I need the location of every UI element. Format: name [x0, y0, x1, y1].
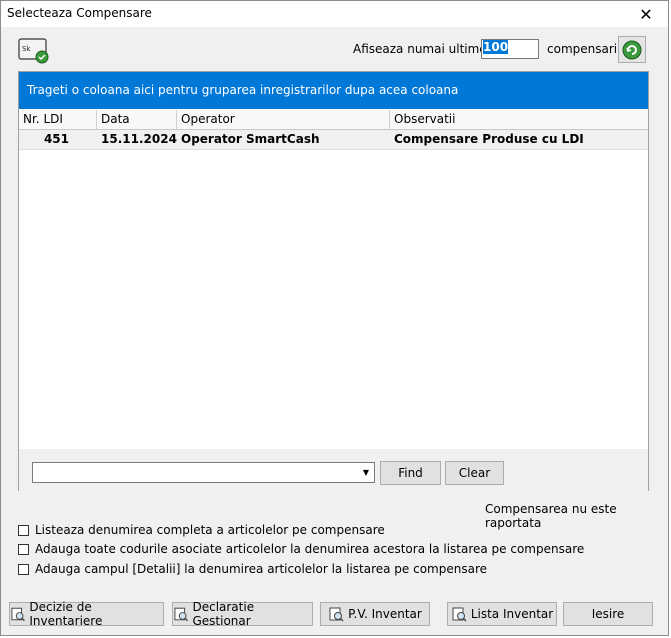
option-full-name[interactable]: Listeaza denumirea completa a articolelo…	[18, 523, 385, 537]
declaratie-gestionar-button[interactable]: Declaratie Gestionar	[172, 600, 313, 628]
refresh-icon	[622, 40, 642, 59]
chevron-down-icon[interactable]: ▼	[358, 463, 374, 482]
cell-data: 15.11.2024	[101, 132, 177, 146]
refresh-button[interactable]	[618, 36, 646, 63]
pv-inventar-button[interactable]: P.V. Inventar	[320, 602, 430, 626]
option-all-codes[interactable]: Adauga toate codurile asociate articolel…	[18, 542, 584, 556]
filter-suffix: compensari.	[547, 42, 621, 56]
print-preview-icon	[329, 607, 344, 622]
print-preview-icon	[452, 607, 467, 622]
clear-button[interactable]: Clear	[445, 461, 504, 485]
button-label: Lista Inventar	[470, 607, 554, 621]
compensation-grid: Trageti o coloana aici pentru gruparea i…	[18, 71, 649, 491]
print-preview-icon	[11, 607, 25, 622]
option-label: Adauga toate codurile asociate articolel…	[35, 542, 585, 556]
cell-observatii: Compensare Produse cu LDI	[394, 132, 584, 146]
title-bar: Selecteaza Compensare ✕	[1, 1, 668, 27]
option-details-field[interactable]: Adauga campul [Detalii] la denumirea art…	[18, 562, 487, 576]
close-button[interactable]: ✕	[624, 1, 668, 27]
find-button[interactable]: Find	[380, 461, 441, 485]
app-logo-icon: Sk	[18, 38, 49, 64]
table-row[interactable]: 451 15.11.2024 Operator SmartCash Compen…	[19, 130, 648, 150]
window-title: Selecteaza Compensare	[7, 6, 152, 20]
button-label: P.V. Inventar	[348, 607, 422, 621]
count-input[interactable]: 100	[481, 39, 539, 59]
decizie-inventariere-button[interactable]: Decizie de Inventariere	[9, 600, 164, 628]
button-label: Declaratie Gestionar	[192, 600, 255, 628]
count-value: 100	[483, 40, 509, 54]
find-input[interactable]: ▼	[32, 462, 375, 483]
status-text: Compensarea nu este raportata	[485, 502, 617, 530]
svg-text:Sk: Sk	[22, 45, 31, 53]
checkbox[interactable]	[18, 563, 29, 575]
column-header-nr-ldi[interactable]: Nr. LDI	[19, 110, 97, 129]
checkbox[interactable]	[18, 524, 29, 536]
group-panel[interactable]: Trageti o coloana aici pentru gruparea i…	[19, 72, 648, 109]
checkbox[interactable]	[18, 543, 29, 555]
option-label: Adauga campul [Detalii] la denumirea art…	[35, 562, 488, 576]
lista-inventar-button[interactable]: Lista Inventar	[447, 602, 557, 626]
column-header-operator[interactable]: Operator	[177, 110, 390, 129]
column-header-observatii[interactable]: Observatii	[390, 110, 648, 129]
cell-operator: Operator SmartCash	[181, 132, 320, 146]
filter-label: Afiseaza numai ultimele	[353, 42, 498, 56]
option-label: Listeaza denumirea completa a articolelo…	[35, 523, 385, 537]
column-header-data[interactable]: Data	[97, 110, 177, 129]
print-preview-icon	[174, 607, 189, 622]
dialog-window: Selecteaza Compensare ✕ Sk Afiseaza numa…	[0, 0, 669, 636]
cell-nr-ldi: 451	[43, 132, 69, 146]
button-label: Decizie de Inventariere	[29, 600, 103, 628]
find-bar: ▼ Find Clear	[19, 449, 648, 491]
grid-header: Nr. LDI Data Operator Observatii	[19, 110, 648, 130]
button-label: Iesire	[591, 607, 625, 621]
iesire-button[interactable]: Iesire	[563, 602, 653, 626]
